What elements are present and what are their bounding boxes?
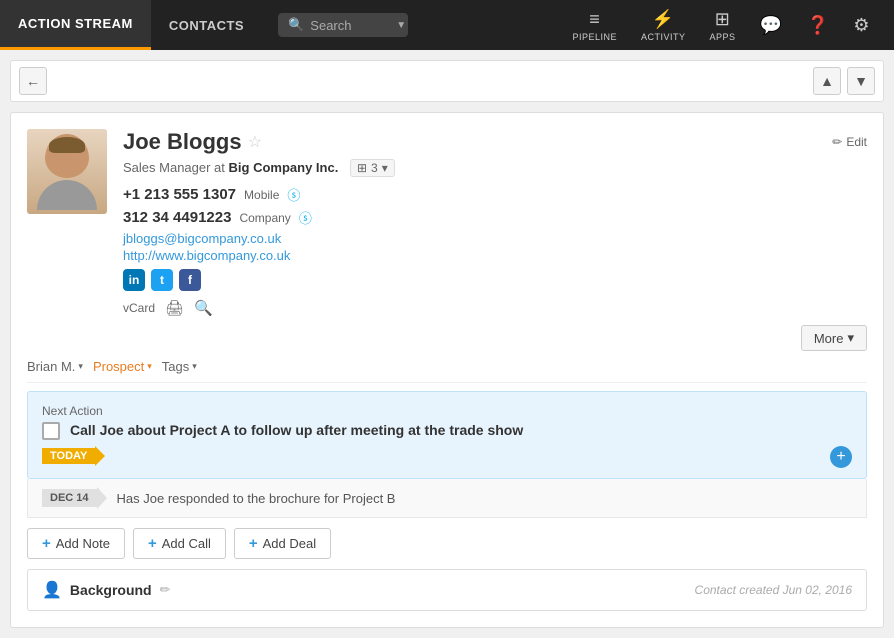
phone2-row: 312 34 4491223 Company ⓢ bbox=[123, 208, 867, 227]
chat-icon: 💬 bbox=[760, 15, 783, 36]
nav-icons-group: ≡ PIPELINE ⚡ ACTIVITY ⊞ APPS 💬 ❓ ⚙ bbox=[564, 5, 894, 46]
person-icon: 👤 bbox=[42, 580, 62, 600]
company-badge[interactable]: ⊞ 3 ▾ bbox=[350, 159, 395, 177]
phone1: +1 213 555 1307 bbox=[123, 186, 236, 203]
website-link[interactable]: http://www.bigcompany.co.uk bbox=[123, 248, 867, 263]
vcard-link[interactable]: vCard bbox=[123, 301, 155, 315]
activity-icon: ⚡ bbox=[652, 9, 675, 30]
company-count: 3 bbox=[371, 161, 378, 175]
add-call-plus-icon: + bbox=[148, 535, 157, 552]
up-button[interactable]: ▲ bbox=[813, 67, 841, 95]
contact-name-row: Joe Bloggs ☆ ✏ Edit bbox=[123, 129, 867, 155]
apps-nav-item[interactable]: ⊞ APPS bbox=[702, 5, 744, 46]
nav-action-stream[interactable]: ACTION STREAM bbox=[0, 0, 151, 50]
contact-title: Sales Manager at Big Company Inc. ⊞ 3 ▾ bbox=[123, 159, 867, 177]
help-nav-item[interactable]: ❓ bbox=[798, 11, 837, 40]
today-badge-arrow bbox=[95, 446, 105, 466]
pipeline-icon: ≡ bbox=[589, 9, 600, 30]
contact-name: Joe Bloggs bbox=[123, 129, 242, 155]
badge-caret: ▾ bbox=[382, 161, 388, 175]
contact-header: Joe Bloggs ☆ ✏ Edit Sales Manager at Big… bbox=[27, 129, 867, 317]
linkedin-icon[interactable]: in bbox=[123, 269, 145, 291]
back-button[interactable]: ← bbox=[19, 67, 47, 95]
star-icon[interactable]: ☆ bbox=[248, 132, 262, 152]
add-note-button[interactable]: + Add Note bbox=[27, 528, 125, 559]
add-deal-button[interactable]: + Add Deal bbox=[234, 528, 331, 559]
search-dropdown-icon[interactable]: ▼ bbox=[396, 20, 406, 31]
next-action-section: Next Action Call Joe about Project A to … bbox=[27, 391, 867, 479]
skype2-icon[interactable]: ⓢ bbox=[299, 208, 312, 227]
background-left: 👤 Background ✏ bbox=[42, 580, 171, 600]
contact-info: Joe Bloggs ☆ ✏ Edit Sales Manager at Big… bbox=[123, 129, 867, 317]
facebook-icon[interactable]: f bbox=[179, 269, 201, 291]
print-icon[interactable]: 🖨 bbox=[165, 299, 184, 317]
add-note-plus-icon: + bbox=[42, 535, 51, 552]
pipeline-nav-item[interactable]: ≡ PIPELINE bbox=[564, 5, 625, 46]
add-call-button[interactable]: + Add Call bbox=[133, 528, 226, 559]
nav-arrows-right: ▲ ▼ bbox=[813, 67, 875, 95]
search-contact-icon[interactable]: 🔍 bbox=[194, 299, 213, 317]
contact-card: Joe Bloggs ☆ ✏ Edit Sales Manager at Big… bbox=[10, 112, 884, 628]
phone1-label: Mobile bbox=[244, 188, 279, 202]
grid-icon: ⊞ bbox=[357, 161, 367, 175]
settings-nav-item[interactable]: ⚙ bbox=[845, 11, 878, 40]
add-activity-button[interactable]: + bbox=[830, 446, 852, 468]
company-name: Big Company Inc. bbox=[229, 160, 339, 175]
action-buttons: + Add Note + Add Call + Add Deal bbox=[27, 528, 867, 559]
prospect-tag[interactable]: Prospect ▾ bbox=[93, 359, 152, 374]
secondary-activity: DEC 14 Has Joe responded to the brochure… bbox=[27, 479, 867, 518]
owner-tag[interactable]: Brian M. ▾ bbox=[27, 359, 83, 374]
twitter-icon[interactable]: t bbox=[151, 269, 173, 291]
activity-row: Call Joe about Project A to follow up af… bbox=[42, 422, 852, 440]
phone2: 312 34 4491223 bbox=[123, 209, 231, 226]
phone1-row: +1 213 555 1307 Mobile ⓢ bbox=[123, 185, 867, 204]
top-navigation: ACTION STREAM CONTACTS 🔍 ▼ ≡ PIPELINE ⚡ … bbox=[0, 0, 894, 50]
chat-nav-item[interactable]: 💬 bbox=[752, 11, 791, 40]
help-icon: ❓ bbox=[806, 15, 829, 36]
today-badge-label: TODAY bbox=[42, 448, 95, 464]
tags-tag[interactable]: Tags ▾ bbox=[162, 359, 197, 374]
avatar bbox=[27, 129, 107, 214]
add-deal-plus-icon: + bbox=[249, 535, 258, 552]
main-area: ← ▲ ▼ Joe Bloggs ☆ bbox=[0, 50, 894, 638]
pencil-icon: ✏ bbox=[832, 135, 842, 149]
apps-icon: ⊞ bbox=[715, 9, 731, 30]
skype-icon[interactable]: ⓢ bbox=[287, 185, 300, 204]
social-icons: in t f bbox=[123, 269, 867, 291]
more-button[interactable]: More ▾ bbox=[801, 325, 867, 351]
edit-button[interactable]: ✏ Edit bbox=[832, 135, 867, 149]
today-badge: TODAY bbox=[42, 446, 105, 466]
more-caret-icon: ▾ bbox=[847, 330, 854, 346]
activity-nav-item[interactable]: ⚡ ACTIVITY bbox=[633, 5, 694, 46]
more-btn-row: More ▾ bbox=[27, 325, 867, 351]
nav-contacts[interactable]: CONTACTS bbox=[151, 0, 262, 50]
activity-text: Call Joe about Project A to follow up af… bbox=[70, 422, 852, 438]
tags-row: Brian M. ▾ Prospect ▾ Tags ▾ bbox=[27, 351, 867, 383]
date-badge-arrow bbox=[97, 487, 107, 509]
background-section: 👤 Background ✏ Contact created Jun 02, 2… bbox=[27, 569, 867, 611]
tags-caret-icon: ▾ bbox=[192, 361, 197, 372]
owner-caret-icon: ▾ bbox=[78, 361, 83, 372]
gear-icon: ⚙ bbox=[853, 15, 870, 36]
email-link[interactable]: jbloggs@bigcompany.co.uk bbox=[123, 231, 867, 246]
down-button[interactable]: ▼ bbox=[847, 67, 875, 95]
search-icon: 🔍 bbox=[288, 17, 304, 33]
prospect-caret-icon: ▾ bbox=[147, 361, 152, 372]
activity-checkbox[interactable] bbox=[42, 422, 60, 440]
secondary-activity-text: Has Joe responded to the brochure for Pr… bbox=[117, 491, 396, 506]
search-box[interactable]: 🔍 ▼ bbox=[278, 13, 408, 37]
date-badge-label: DEC 14 bbox=[42, 489, 97, 507]
phone2-label: Company bbox=[239, 211, 290, 225]
search-input[interactable] bbox=[310, 18, 390, 33]
created-text: Contact created Jun 02, 2016 bbox=[695, 583, 852, 597]
next-action-label: Next Action bbox=[42, 404, 852, 418]
date-badge: DEC 14 bbox=[42, 487, 107, 509]
action-icons-row: vCard 🖨 🔍 bbox=[123, 299, 867, 317]
nav-arrows-bar: ← ▲ ▼ bbox=[10, 60, 884, 102]
